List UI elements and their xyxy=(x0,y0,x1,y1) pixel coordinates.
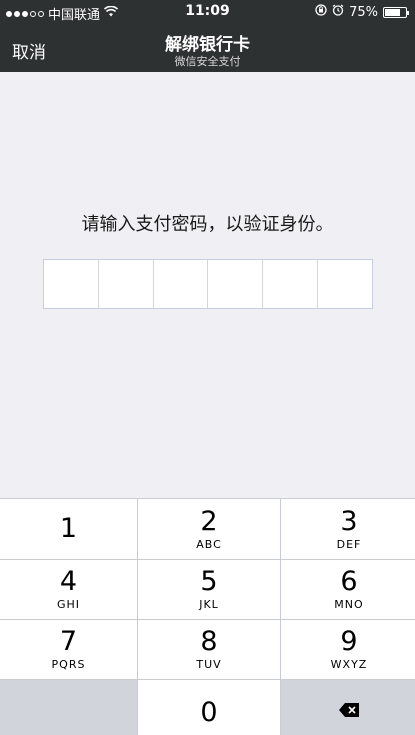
key-7[interactable]: 7 PQRS xyxy=(0,620,137,679)
key-digit: 0 xyxy=(200,696,218,728)
key-letters: GHI xyxy=(56,598,81,611)
key-9[interactable]: 9 WXYZ xyxy=(281,620,415,679)
key-5[interactable]: 5 JKL xyxy=(138,560,280,619)
page-subtitle: 微信安全支付 xyxy=(174,55,241,68)
navigation-bar: 取消 解绑银行卡 微信安全支付 xyxy=(0,24,415,72)
key-letters: ABC xyxy=(196,537,222,551)
key-digit: 2 xyxy=(200,505,218,537)
key-letters: MNO xyxy=(334,598,364,611)
key-1[interactable]: 1 xyxy=(0,499,137,559)
page-title: 解绑银行卡 xyxy=(165,35,250,55)
key-letters: DEF xyxy=(336,537,362,551)
key-4[interactable]: 4 GHI xyxy=(0,560,137,619)
key-digit: 9 xyxy=(340,626,358,657)
battery-fill xyxy=(385,8,400,16)
key-0[interactable]: 0 xyxy=(138,680,280,735)
password-digit-cell xyxy=(99,260,154,308)
rotation-lock-icon xyxy=(315,4,327,20)
status-bar: 中国联通 11:09 75% xyxy=(0,0,415,24)
delete-button[interactable] xyxy=(281,680,415,735)
alarm-icon xyxy=(332,4,344,20)
backspace-icon xyxy=(338,702,360,718)
key-digit: 1 xyxy=(59,513,78,544)
key-blank xyxy=(0,680,137,735)
key-2[interactable]: 2 ABC xyxy=(138,499,280,559)
password-input[interactable] xyxy=(43,259,373,309)
key-digit: 8 xyxy=(200,626,218,657)
key-6[interactable]: 6 MNO xyxy=(281,560,415,619)
key-letters: PQRS xyxy=(51,658,86,671)
numeric-keypad: 1 2 ABC 3 DEF 4 GHI 5 JKL 6 MNO 7 PQRS 8 TUV 9 WXYZ 0 xyxy=(0,498,415,735)
key-8[interactable]: 8 TUV xyxy=(138,620,280,679)
password-digit-cell xyxy=(208,260,264,308)
password-digit-cell xyxy=(263,260,319,308)
password-prompt: 请输入支付密码，以验证身份。 xyxy=(81,214,334,235)
password-digit-cell xyxy=(154,260,209,308)
key-3[interactable]: 3 DEF xyxy=(281,499,415,559)
password-digit-cell xyxy=(44,260,99,308)
battery-percent: 75% xyxy=(349,4,378,20)
password-digit-cell xyxy=(318,260,372,308)
battery-icon xyxy=(383,6,409,18)
key-digit: 5 xyxy=(200,566,218,597)
status-right: 75% xyxy=(315,4,409,20)
key-letters: WXYZ xyxy=(330,658,368,671)
key-letters: JKL xyxy=(199,598,219,611)
key-letters: TUV xyxy=(196,658,222,671)
key-digit: 4 xyxy=(59,566,78,597)
key-digit: 6 xyxy=(340,566,358,597)
key-digit: 7 xyxy=(59,626,78,657)
key-digit: 3 xyxy=(340,505,358,537)
